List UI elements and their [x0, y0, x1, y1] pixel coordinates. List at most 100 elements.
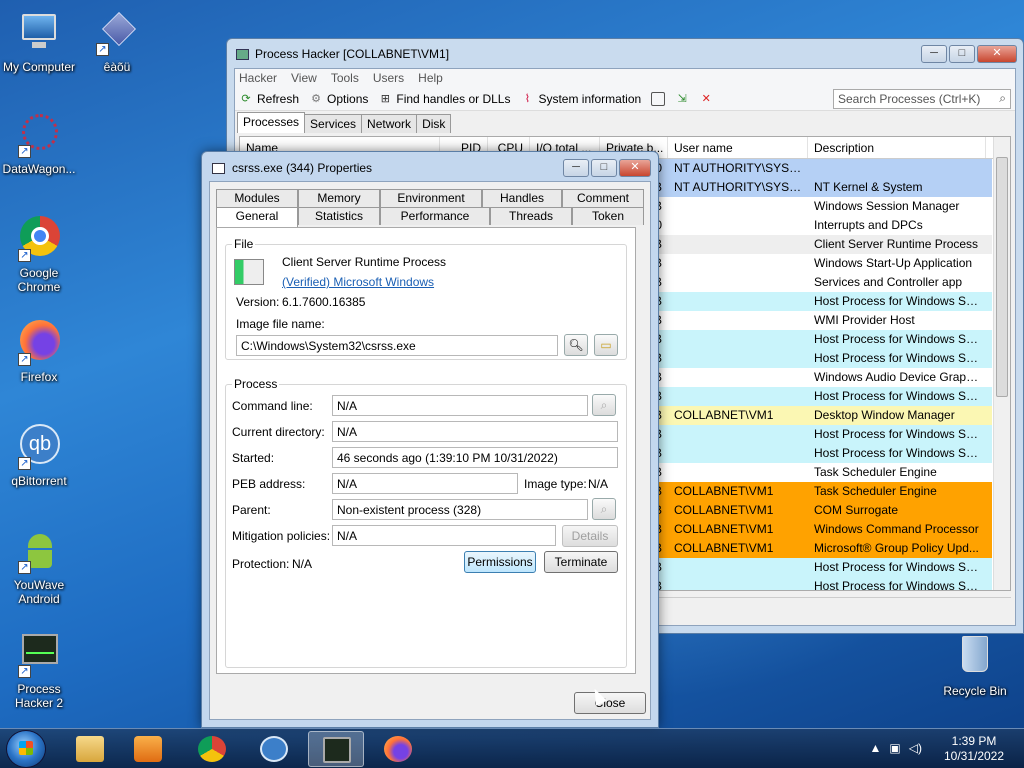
shortcut-arrow-icon: ↗ — [96, 43, 109, 56]
row-description: Windows Session Manager — [814, 199, 960, 213]
row-description: COM Surrogate — [814, 503, 899, 517]
image-file-path[interactable]: C:\Windows\System32\csrss.exe — [236, 335, 558, 356]
menu-hacker[interactable]: Hacker — [239, 71, 277, 85]
open-folder-button[interactable]: ▭ — [594, 334, 618, 356]
shortcut-arrow-icon: ↗ — [18, 561, 31, 574]
command-line-field[interactable]: N/A — [332, 395, 588, 416]
toolbar: ⟳ Refresh ⚙ Options ⊞ Find handles or DL… — [235, 87, 1015, 111]
search-icon: ⌕ — [999, 91, 1006, 105]
window-icon[interactable] — [651, 91, 666, 106]
verified-signer-link[interactable]: (Verified) Microsoft Windows — [282, 275, 434, 289]
taskbar-chrome[interactable] — [184, 731, 240, 767]
desktop-icon-process-hacker[interactable]: ↗ Process Hacker 2 — [0, 632, 78, 710]
inspect-file-button[interactable]: 🔍︎ — [564, 334, 588, 356]
start-button[interactable] — [6, 730, 46, 768]
find-window-icon[interactable]: ⇲ — [675, 92, 689, 106]
close-button[interactable]: ✕ — [977, 45, 1017, 63]
vertical-scrollbar[interactable] — [993, 137, 1010, 590]
menu-help[interactable]: Help — [418, 71, 443, 85]
row-user-name: COLLABNET\VM1 — [674, 408, 774, 422]
tab-threads[interactable]: Threads — [490, 207, 572, 225]
volume-icon[interactable]: ◁) — [909, 741, 922, 755]
dialog-minimize-button[interactable]: ─ — [563, 159, 589, 177]
refresh-button[interactable]: ⟳ Refresh — [239, 92, 299, 106]
maximize-button[interactable]: □ — [949, 45, 975, 63]
parent-field[interactable]: Non-existent process (328) — [332, 499, 588, 520]
menubar: Hacker View Tools Users Help — [235, 69, 1015, 87]
show-hidden-icons-icon[interactable]: ▲ — [870, 741, 882, 755]
desktop-icon-recycle-bin[interactable]: Recycle Bin — [936, 634, 1014, 698]
window-titlebar[interactable]: Process Hacker [COLLABNET\VM1] ─ □ ✕ — [227, 39, 1023, 69]
current-directory-field[interactable]: N/A — [332, 421, 618, 442]
desktop-icon-chrome[interactable]: ↗ Google Chrome — [0, 216, 78, 294]
process-group-label: Process — [232, 377, 280, 391]
peb-address-field[interactable]: N/A — [332, 473, 518, 494]
row-user-name — [668, 558, 808, 577]
shortcut-arrow-icon: ↗ — [18, 457, 31, 470]
taskbar-firefox[interactable] — [370, 731, 426, 767]
tab-handles[interactable]: Handles — [482, 189, 562, 207]
column-description[interactable]: Description — [808, 137, 986, 158]
tab-services[interactable]: Services — [304, 114, 363, 133]
firefox-icon — [384, 736, 412, 762]
row-user-name — [668, 216, 808, 235]
network-icon[interactable]: ▣ — [889, 741, 900, 755]
row-user-name — [668, 387, 808, 406]
desktop-icon-youwave[interactable]: ↗ YouWave Android — [0, 528, 78, 606]
system-information-button[interactable]: ⌇ System information — [520, 92, 641, 106]
terminate-icon[interactable]: ✕ — [699, 92, 713, 106]
tab-general[interactable]: General — [216, 207, 298, 227]
desktop-icon-qbittorrent[interactable]: qb ↗ qBittorrent — [0, 424, 78, 488]
details-button[interactable]: Details — [562, 525, 618, 547]
taskbar-process-hacker[interactable] — [308, 731, 364, 767]
find-handles-button[interactable]: ⊞ Find handles or DLLs — [378, 92, 511, 106]
started-field[interactable]: 46 seconds ago (1:39:10 PM 10/31/2022) — [332, 447, 618, 468]
desktop-icon-label: êàõü — [103, 60, 131, 74]
computer-icon — [16, 10, 62, 56]
scrollbar-thumb[interactable] — [996, 157, 1008, 397]
taskbar-explorer[interactable] — [62, 731, 118, 767]
tab-memory[interactable]: Memory — [298, 189, 380, 207]
taskbar-qbittorrent[interactable] — [246, 731, 302, 767]
desktop-icon-folder[interactable]: ↗ êàõü — [78, 10, 156, 74]
inspect-command-button[interactable]: ⌕ — [592, 394, 616, 416]
tab-performance[interactable]: Performance — [380, 207, 490, 225]
tab-disk[interactable]: Disk — [416, 114, 452, 133]
taskbar-media-player[interactable] — [120, 731, 176, 767]
desktop-icon-my-computer[interactable]: My Computer — [0, 10, 78, 74]
magnifier-icon: ⌕ — [600, 502, 608, 516]
tab-environment[interactable]: Environment — [380, 189, 482, 207]
version-label: Version: — [236, 295, 280, 309]
terminate-button[interactable]: Terminate — [544, 551, 618, 573]
tab-network[interactable]: Network — [361, 114, 418, 133]
dialog-close-button[interactable]: ✕ — [619, 159, 651, 177]
android-icon: ↗ — [16, 528, 62, 574]
close-dialog-button[interactable]: Close — [574, 692, 646, 714]
column-user-name[interactable]: User name — [668, 137, 808, 158]
options-button[interactable]: ⚙ Options — [309, 92, 368, 106]
menu-tools[interactable]: Tools — [331, 71, 359, 85]
minimize-button[interactable]: ─ — [921, 45, 947, 63]
desktop-icon-firefox[interactable]: ↗ Firefox — [0, 320, 78, 384]
process-icon — [212, 163, 225, 174]
row-user-name: COLLABNET\VM1 — [674, 541, 774, 555]
clock[interactable]: 1:39 PM 10/31/2022 — [934, 734, 1014, 764]
mitigation-policies-field[interactable]: N/A — [332, 525, 556, 546]
row-description: Windows Audio Device Graph... — [814, 370, 983, 384]
shortcut-arrow-icon: ↗ — [18, 353, 31, 366]
permissions-button[interactable]: Permissions — [464, 551, 536, 573]
desktop-icon-label: Google Chrome — [17, 266, 61, 294]
tab-token[interactable]: Token — [572, 207, 644, 225]
dialog-maximize-button[interactable]: □ — [591, 159, 617, 177]
tab-statistics[interactable]: Statistics — [298, 207, 380, 225]
inspect-parent-button[interactable]: ⌕ — [592, 498, 616, 520]
dialog-titlebar[interactable]: csrss.exe (344) Properties ─ □ ✕ — [202, 152, 658, 182]
tab-comment[interactable]: Comment — [562, 189, 644, 207]
tab-processes[interactable]: Processes — [237, 112, 306, 133]
search-input[interactable]: Search Processes (Ctrl+K) ⌕ — [833, 89, 1011, 109]
tab-modules[interactable]: Modules — [216, 189, 298, 207]
desktop-icon-datawagon[interactable]: ↗ DataWagon... — [0, 112, 78, 176]
row-user-name — [668, 311, 808, 330]
menu-view[interactable]: View — [291, 71, 317, 85]
menu-users[interactable]: Users — [373, 71, 404, 85]
